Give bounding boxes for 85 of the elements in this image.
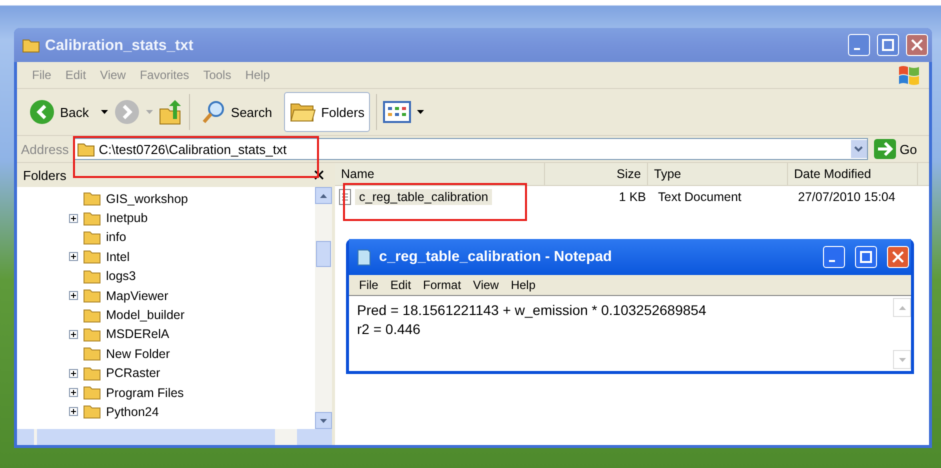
minimize-button[interactable]	[823, 246, 845, 268]
folder-icon	[22, 37, 40, 53]
views-icon[interactable]	[383, 101, 412, 123]
folder-icon	[83, 308, 101, 323]
folder-tree-item[interactable]: PCRaster	[106, 366, 160, 380]
menu-item[interactable]: Help	[504, 278, 542, 292]
column-header[interactable]: Date Modified	[788, 163, 918, 185]
close-icon	[911, 39, 923, 51]
vertical-scrollbar[interactable]	[315, 187, 332, 429]
folder-tree-item[interactable]: MSDERelA	[106, 327, 170, 342]
expand-icon[interactable]	[69, 291, 78, 300]
close-icon[interactable]	[314, 170, 324, 180]
window-title: Calibration_stats_txt	[45, 36, 194, 54]
text-line: r2 = 0.446	[357, 320, 422, 339]
folder-tree-item[interactable]: Inetpub	[106, 211, 148, 226]
expand-icon[interactable]	[69, 214, 78, 223]
folder-icon	[83, 191, 101, 206]
go-button[interactable]: Go	[872, 139, 925, 159]
caret-icon[interactable]	[417, 110, 424, 114]
maximize-button[interactable]	[877, 34, 899, 56]
scroll-up-icon[interactable]	[320, 194, 327, 198]
folder-icon	[290, 101, 316, 123]
folder-icon	[83, 230, 101, 245]
maximize-button[interactable]	[855, 246, 877, 268]
close-icon	[892, 251, 904, 263]
folders-button[interactable]: Folders	[284, 92, 370, 132]
folder-tree-item[interactable]: New Folder	[106, 346, 170, 361]
search-icon	[202, 100, 226, 124]
expand-icon[interactable]	[69, 368, 78, 378]
file-type: Text Document	[657, 190, 742, 204]
window-title: c_reg_table_calibration - Notepad	[379, 249, 612, 265]
scroll-thumb[interactable]	[316, 241, 331, 267]
folder-tree-item[interactable]: MapViewer	[106, 288, 168, 303]
go-arrow-icon	[874, 139, 896, 159]
menu-item[interactable]: File	[353, 278, 384, 292]
folder-tree-item[interactable]: Program Files	[106, 386, 184, 400]
folder-tree-item[interactable]: info	[106, 230, 126, 244]
caret-icon[interactable]	[100, 110, 108, 114]
address-field[interactable]: C:\test0726\Calibration_stats_txt	[72, 138, 868, 160]
close-button[interactable]	[906, 34, 928, 56]
menu-item[interactable]: Edit	[384, 278, 418, 292]
notepad-icon	[357, 248, 371, 266]
maximize-icon	[882, 39, 894, 51]
text-area[interactable]: Pred = 18.1561221143 + w_emission * 0.103252689854 r2 = 0.446	[349, 295, 911, 371]
column-header[interactable]: Name	[335, 163, 545, 185]
folder-icon	[76, 141, 95, 157]
expand-icon[interactable]	[69, 407, 78, 416]
folder-tree-item[interactable]: Python24	[106, 404, 159, 419]
menu-item[interactable]: Format	[417, 278, 468, 292]
horizontal-scrollbar[interactable]	[17, 429, 332, 445]
file-name[interactable]: c_reg_table_calibration	[355, 189, 492, 205]
minimize-button[interactable]	[848, 34, 870, 56]
column-header[interactable]: Size	[545, 163, 648, 185]
folder-up-icon[interactable]	[158, 99, 183, 125]
folder-icon	[83, 366, 101, 381]
folder-tree-item[interactable]: Model_builder	[106, 308, 185, 322]
file-size: 1 KB	[618, 190, 647, 204]
column-header[interactable]: Type	[648, 163, 788, 185]
folder-icon	[83, 268, 101, 284]
search-button[interactable]: Search	[196, 92, 278, 132]
back-button[interactable]: Back	[23, 92, 95, 132]
folder-icon	[83, 346, 101, 362]
folder-icon	[83, 210, 101, 226]
scroll-down-icon[interactable]	[320, 418, 327, 422]
folder-tree-item[interactable]: Intel	[106, 250, 130, 264]
minimize-icon	[854, 48, 860, 50]
expand-icon[interactable]	[69, 252, 78, 262]
file-date: 27/07/2010 15:04	[797, 190, 896, 204]
maximize-icon	[860, 251, 872, 263]
expand-icon[interactable]	[69, 330, 78, 339]
folder-icon	[83, 404, 101, 420]
folder-tree-item[interactable]: GIS_workshop	[106, 192, 188, 206]
folder-icon	[83, 385, 101, 400]
close-button[interactable]	[887, 246, 909, 268]
address-label: Address	[21, 142, 69, 156]
minimize-icon	[829, 260, 835, 262]
folder-icon	[83, 326, 101, 342]
menu-item[interactable]: View	[467, 278, 505, 292]
folder-icon	[83, 288, 101, 304]
folder-tree-item[interactable]: logs3	[106, 269, 136, 284]
windows-logo-icon	[897, 64, 921, 86]
expand-icon[interactable]	[69, 388, 78, 398]
folders-pane-title: Folders	[23, 168, 66, 182]
folder-icon	[83, 249, 101, 264]
text-line: Pred = 18.1561221143 + w_emission * 0.103252689854	[357, 301, 708, 320]
